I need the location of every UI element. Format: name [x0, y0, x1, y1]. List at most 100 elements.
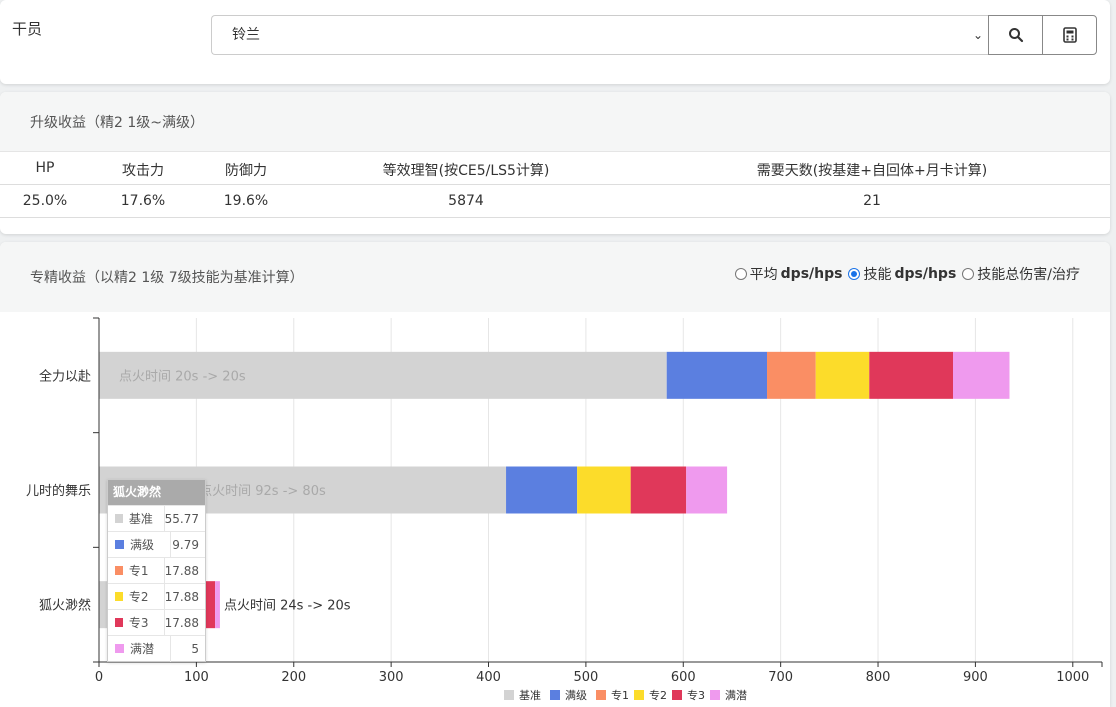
bar-segment: [815, 351, 870, 399]
x-tick-label: 200: [281, 670, 306, 685]
tooltip-row: 满潜 5: [108, 635, 205, 662]
category-label: 全力以赴: [39, 368, 91, 384]
tooltip-row: 专3 17.88: [108, 609, 205, 636]
x-tick-label: 1000: [1056, 670, 1089, 685]
chart-tooltip: 狐火渺然 基准 55.77 满级 9.79 专1 17.88 专2 17.88 专3 17.88 满…: [107, 479, 206, 662]
calculator-button[interactable]: [1042, 15, 1097, 55]
header-atk: 攻击力: [122, 163, 164, 179]
legend-label: 满潜: [725, 688, 747, 702]
metric-radio-group: 平均 dps/hps 技能 dps/hps 技能总伤害/治疗: [734, 264, 1080, 284]
radio-skill-dps-indicator[interactable]: [848, 268, 861, 280]
upgrade-table-header: HP 攻击力 防御力 等效理智(按CE5/LS5计算) 需要天数(按基建+自回体…: [0, 152, 1110, 185]
legend-label: 满级: [565, 689, 587, 702]
mastery-chart: 全力以赴 点火时间 20s -> 20s 儿时的舞乐 (记为1800s) 点火时间 9…: [0, 312, 1110, 707]
bar-segment: [869, 351, 954, 399]
tooltip-row: 专1 17.88: [108, 557, 205, 584]
operator-select[interactable]: 铃兰 ⌄: [211, 15, 989, 55]
x-tick-label: 800: [866, 670, 891, 685]
bar-segment: [686, 466, 728, 514]
tooltip-series-value: 17.88: [163, 583, 205, 610]
upgrade-title: 升级收益（精2 1级~满级）: [0, 92, 1110, 152]
calculator-icon: [1062, 27, 1077, 43]
tooltip-row: 基准 55.77: [108, 505, 205, 532]
tooltip-series-value: 17.88: [163, 609, 205, 636]
bar-label: 点火时间 24s -> 20s: [224, 599, 351, 614]
bar-segment: [577, 466, 631, 514]
value-atk: 17.6%: [120, 193, 166, 209]
legend-swatch: [550, 690, 560, 700]
x-tick-label: 700: [768, 670, 793, 685]
legend-label: 专1: [611, 688, 629, 702]
tooltip-series-name: 专3: [128, 616, 149, 630]
tooltip-series-value: 9.79: [170, 531, 205, 558]
value-sanity: 5874: [448, 193, 484, 209]
legend-swatch: [634, 690, 644, 700]
search-icon: [1008, 28, 1023, 43]
radio-skill-total[interactable]: 技能总伤害/治疗: [962, 264, 1080, 284]
category-label: 儿时的舞乐: [26, 483, 91, 499]
tooltip-series-name: 满潜: [130, 642, 155, 656]
mastery-card: 专精收益（以精2 1级 7级技能为基准计算） 平均 dps/hps 技能 dps/h…: [0, 242, 1110, 707]
legend-swatch: [672, 690, 682, 700]
tooltip-row: 专2 17.88: [108, 583, 205, 610]
upgrade-table: HP 攻击力 防御力 等效理智(按CE5/LS5计算) 需要天数(按基建+自回体…: [0, 152, 1110, 218]
value-def: 19.6%: [223, 193, 269, 209]
operator-selected-value: 铃兰: [232, 27, 260, 43]
chevron-down-icon: ⌄: [972, 28, 983, 42]
radio-skill-dps-label: 技能: [863, 267, 892, 283]
tooltip-swatch: [115, 644, 124, 653]
search-button[interactable]: [988, 15, 1043, 55]
tooltip-title: 狐火渺然: [108, 480, 205, 505]
tooltip-row: 满级 9.79: [108, 531, 205, 558]
tooltip-series-name: 专2: [128, 590, 149, 604]
legend-swatch: [710, 690, 720, 700]
tooltip-swatch: [115, 592, 123, 601]
radio-skill-total-label: 技能总伤害/治疗: [977, 267, 1080, 283]
x-tick-label: 0: [95, 670, 103, 685]
tooltip-swatch: [115, 514, 123, 523]
tooltip-swatch: [115, 618, 123, 627]
header-hp: HP: [35, 160, 55, 176]
radio-average-dps-label: 平均: [749, 267, 778, 283]
tooltip-series-name: 满级: [130, 538, 155, 552]
legend-label: 基准: [519, 689, 541, 702]
x-tick-label: 400: [476, 670, 501, 685]
radio-average-dps-bold: dps/hps: [780, 266, 843, 282]
header-sanity: 等效理智(按CE5/LS5计算): [382, 163, 550, 179]
category-label: 狐火渺然: [39, 598, 91, 614]
tooltip-series-value: 5: [170, 635, 205, 662]
legend-label: 专2: [649, 688, 667, 702]
legend-swatch: [504, 690, 514, 700]
radio-average-dps[interactable]: 平均 dps/hps: [734, 264, 843, 284]
bar-segment: [953, 351, 1010, 399]
tooltip-swatch: [115, 540, 124, 549]
radio-skill-dps-bold: dps/hps: [894, 266, 957, 282]
operator-card: 干员 铃兰 ⌄: [0, 0, 1110, 84]
value-days: 21: [863, 193, 881, 209]
radio-skill-dps[interactable]: 技能 dps/hps: [848, 264, 956, 284]
x-tick-label: 500: [573, 670, 598, 685]
legend-swatch: [596, 690, 606, 700]
x-tick-label: 100: [184, 670, 209, 685]
operator-label: 干员: [12, 20, 43, 38]
bar-label: 点火时间 20s -> 20s: [119, 369, 246, 384]
bar-segment: [630, 466, 687, 514]
value-hp: 25.0%: [22, 193, 68, 209]
bar-segment: [666, 351, 768, 399]
bar-segment: [215, 581, 220, 629]
radio-average-dps-indicator[interactable]: [734, 268, 747, 280]
bar-segment: [767, 351, 816, 399]
tooltip-swatch: [115, 566, 123, 575]
x-tick-label: 600: [671, 670, 696, 685]
table-row: 25.0% 17.6% 19.6% 5874 21: [0, 185, 1110, 218]
legend-label: 专3: [687, 688, 705, 702]
radio-skill-total-indicator[interactable]: [962, 268, 975, 280]
header-def: 防御力: [225, 163, 267, 179]
bar-segment: [506, 466, 578, 514]
header-days: 需要天数(按基建+自回体+月卡计算): [756, 163, 988, 179]
tooltip-series-name: 专1: [128, 564, 149, 578]
tooltip-series-value: 55.77: [163, 505, 205, 532]
tooltip-series-name: 基准: [128, 512, 153, 526]
upgrade-card: 升级收益（精2 1级~满级） HP 攻击力 防御力 等效理智(按CE5/LS5计…: [0, 92, 1110, 234]
tooltip-series-value: 17.88: [163, 557, 205, 584]
